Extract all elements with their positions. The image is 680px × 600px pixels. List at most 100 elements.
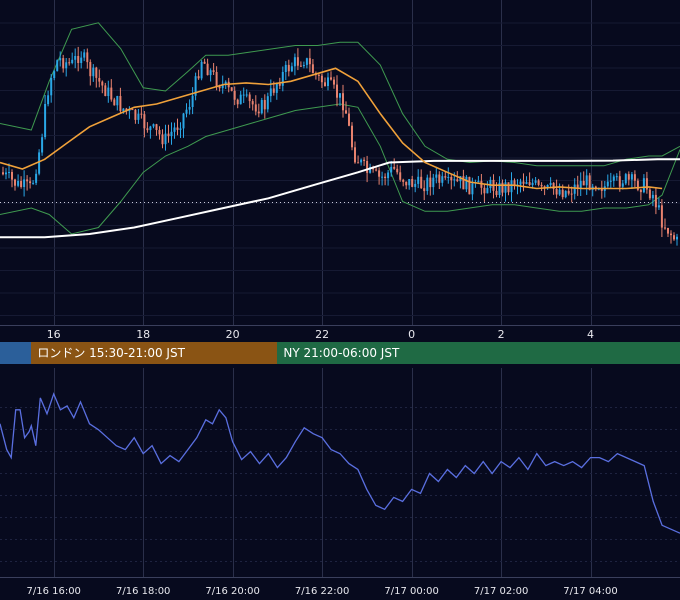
oscillator-x-tick-label: 7/16 18:00 bbox=[116, 586, 170, 597]
candle-body bbox=[281, 72, 284, 86]
candle-body bbox=[483, 187, 486, 194]
candle-body bbox=[68, 62, 71, 64]
candle-body bbox=[336, 84, 338, 98]
candle-body bbox=[95, 67, 98, 78]
candle-body bbox=[549, 182, 552, 185]
candle-body bbox=[158, 130, 161, 135]
candle-body bbox=[263, 100, 266, 110]
candle-body bbox=[59, 58, 62, 61]
candle-body bbox=[396, 168, 399, 173]
candle-body bbox=[29, 181, 32, 184]
candle-body bbox=[411, 179, 414, 187]
candle-body bbox=[405, 181, 408, 186]
candle-body bbox=[116, 96, 119, 106]
oscillator-x-tick-label: 7/17 04:00 bbox=[563, 586, 617, 597]
oscillator-panel[interactable] bbox=[0, 368, 680, 577]
candle-body bbox=[104, 85, 107, 96]
price-panel[interactable] bbox=[0, 0, 680, 325]
candle-body bbox=[471, 183, 474, 195]
candle-body bbox=[197, 76, 200, 79]
candle-body bbox=[333, 79, 335, 85]
candle-body bbox=[311, 64, 314, 73]
price-x-tick-label: 0 bbox=[408, 328, 415, 341]
candle-body bbox=[528, 182, 531, 185]
candle-body bbox=[537, 180, 540, 185]
candle-body bbox=[290, 66, 293, 72]
candle-body bbox=[317, 74, 320, 76]
candle-body bbox=[257, 111, 260, 114]
candle-body bbox=[642, 178, 645, 193]
candle-body bbox=[137, 113, 140, 120]
candle-body bbox=[5, 172, 7, 175]
candle-body bbox=[399, 172, 402, 180]
candle-body bbox=[293, 57, 296, 67]
price-x-tick-label: 4 bbox=[587, 328, 594, 341]
candle-body bbox=[558, 189, 561, 195]
candle-body bbox=[429, 177, 432, 188]
oscillator-x-tick-label: 7/17 00:00 bbox=[384, 586, 438, 597]
price-x-tick-label: 22 bbox=[315, 328, 329, 341]
candle-body bbox=[420, 176, 423, 189]
candle-body bbox=[83, 52, 86, 58]
oscillator-line bbox=[0, 392, 680, 534]
candle-body bbox=[495, 190, 498, 195]
candle-body bbox=[402, 179, 405, 182]
candle-body bbox=[170, 131, 173, 137]
candle-body bbox=[296, 57, 299, 66]
oscillator-x-tick-label: 7/16 16:00 bbox=[26, 586, 80, 597]
candle-body bbox=[110, 87, 113, 100]
candle-body bbox=[670, 233, 672, 236]
candle-body bbox=[450, 177, 453, 181]
candle-body bbox=[345, 110, 347, 114]
candle-body bbox=[564, 190, 567, 198]
candle-body bbox=[272, 88, 275, 93]
candle-body bbox=[327, 77, 329, 86]
candle-body bbox=[32, 182, 35, 184]
candle-body bbox=[414, 183, 417, 187]
candle-body bbox=[426, 177, 429, 191]
candle-body bbox=[107, 87, 110, 96]
candle-body bbox=[14, 179, 16, 186]
candle-body bbox=[624, 174, 627, 184]
candle-body bbox=[618, 176, 621, 187]
oscillator-x-tick-label: 7/16 20:00 bbox=[205, 586, 259, 597]
candle-body bbox=[185, 109, 188, 114]
candle-body bbox=[387, 172, 390, 179]
candle-body bbox=[609, 180, 612, 182]
candle-body bbox=[182, 113, 185, 129]
candle-body bbox=[86, 52, 89, 63]
candle-body bbox=[654, 194, 657, 208]
candle-body bbox=[62, 58, 65, 69]
candle-body bbox=[35, 173, 38, 183]
candle-body bbox=[342, 93, 344, 111]
candle-body bbox=[639, 189, 642, 193]
candle-body bbox=[441, 176, 444, 183]
candle-body bbox=[245, 94, 248, 96]
candle-body bbox=[176, 127, 179, 130]
candle-body bbox=[89, 62, 92, 77]
candle-body bbox=[38, 152, 41, 174]
candle-body bbox=[606, 181, 609, 187]
candle-body bbox=[510, 180, 513, 193]
candle-body bbox=[375, 169, 378, 171]
candle-body bbox=[242, 94, 245, 96]
candle-body bbox=[453, 179, 456, 181]
candle-body bbox=[275, 83, 278, 93]
candle-body bbox=[71, 59, 74, 63]
candle-body bbox=[486, 188, 489, 194]
candle-body bbox=[378, 170, 381, 177]
candle-body bbox=[134, 109, 137, 120]
candle-body bbox=[627, 174, 630, 180]
candle-body bbox=[92, 67, 95, 77]
candle-body bbox=[161, 134, 164, 145]
candle-body bbox=[149, 126, 152, 131]
candle-body bbox=[519, 181, 522, 185]
candle-body bbox=[660, 205, 663, 228]
candle-body bbox=[438, 174, 441, 183]
candle-body bbox=[188, 107, 191, 110]
candle-body bbox=[218, 86, 221, 89]
oscillator-x-tick-label: 7/16 22:00 bbox=[295, 586, 349, 597]
candle-body bbox=[324, 82, 326, 86]
candle-body bbox=[113, 99, 116, 106]
candle-body bbox=[278, 83, 281, 86]
